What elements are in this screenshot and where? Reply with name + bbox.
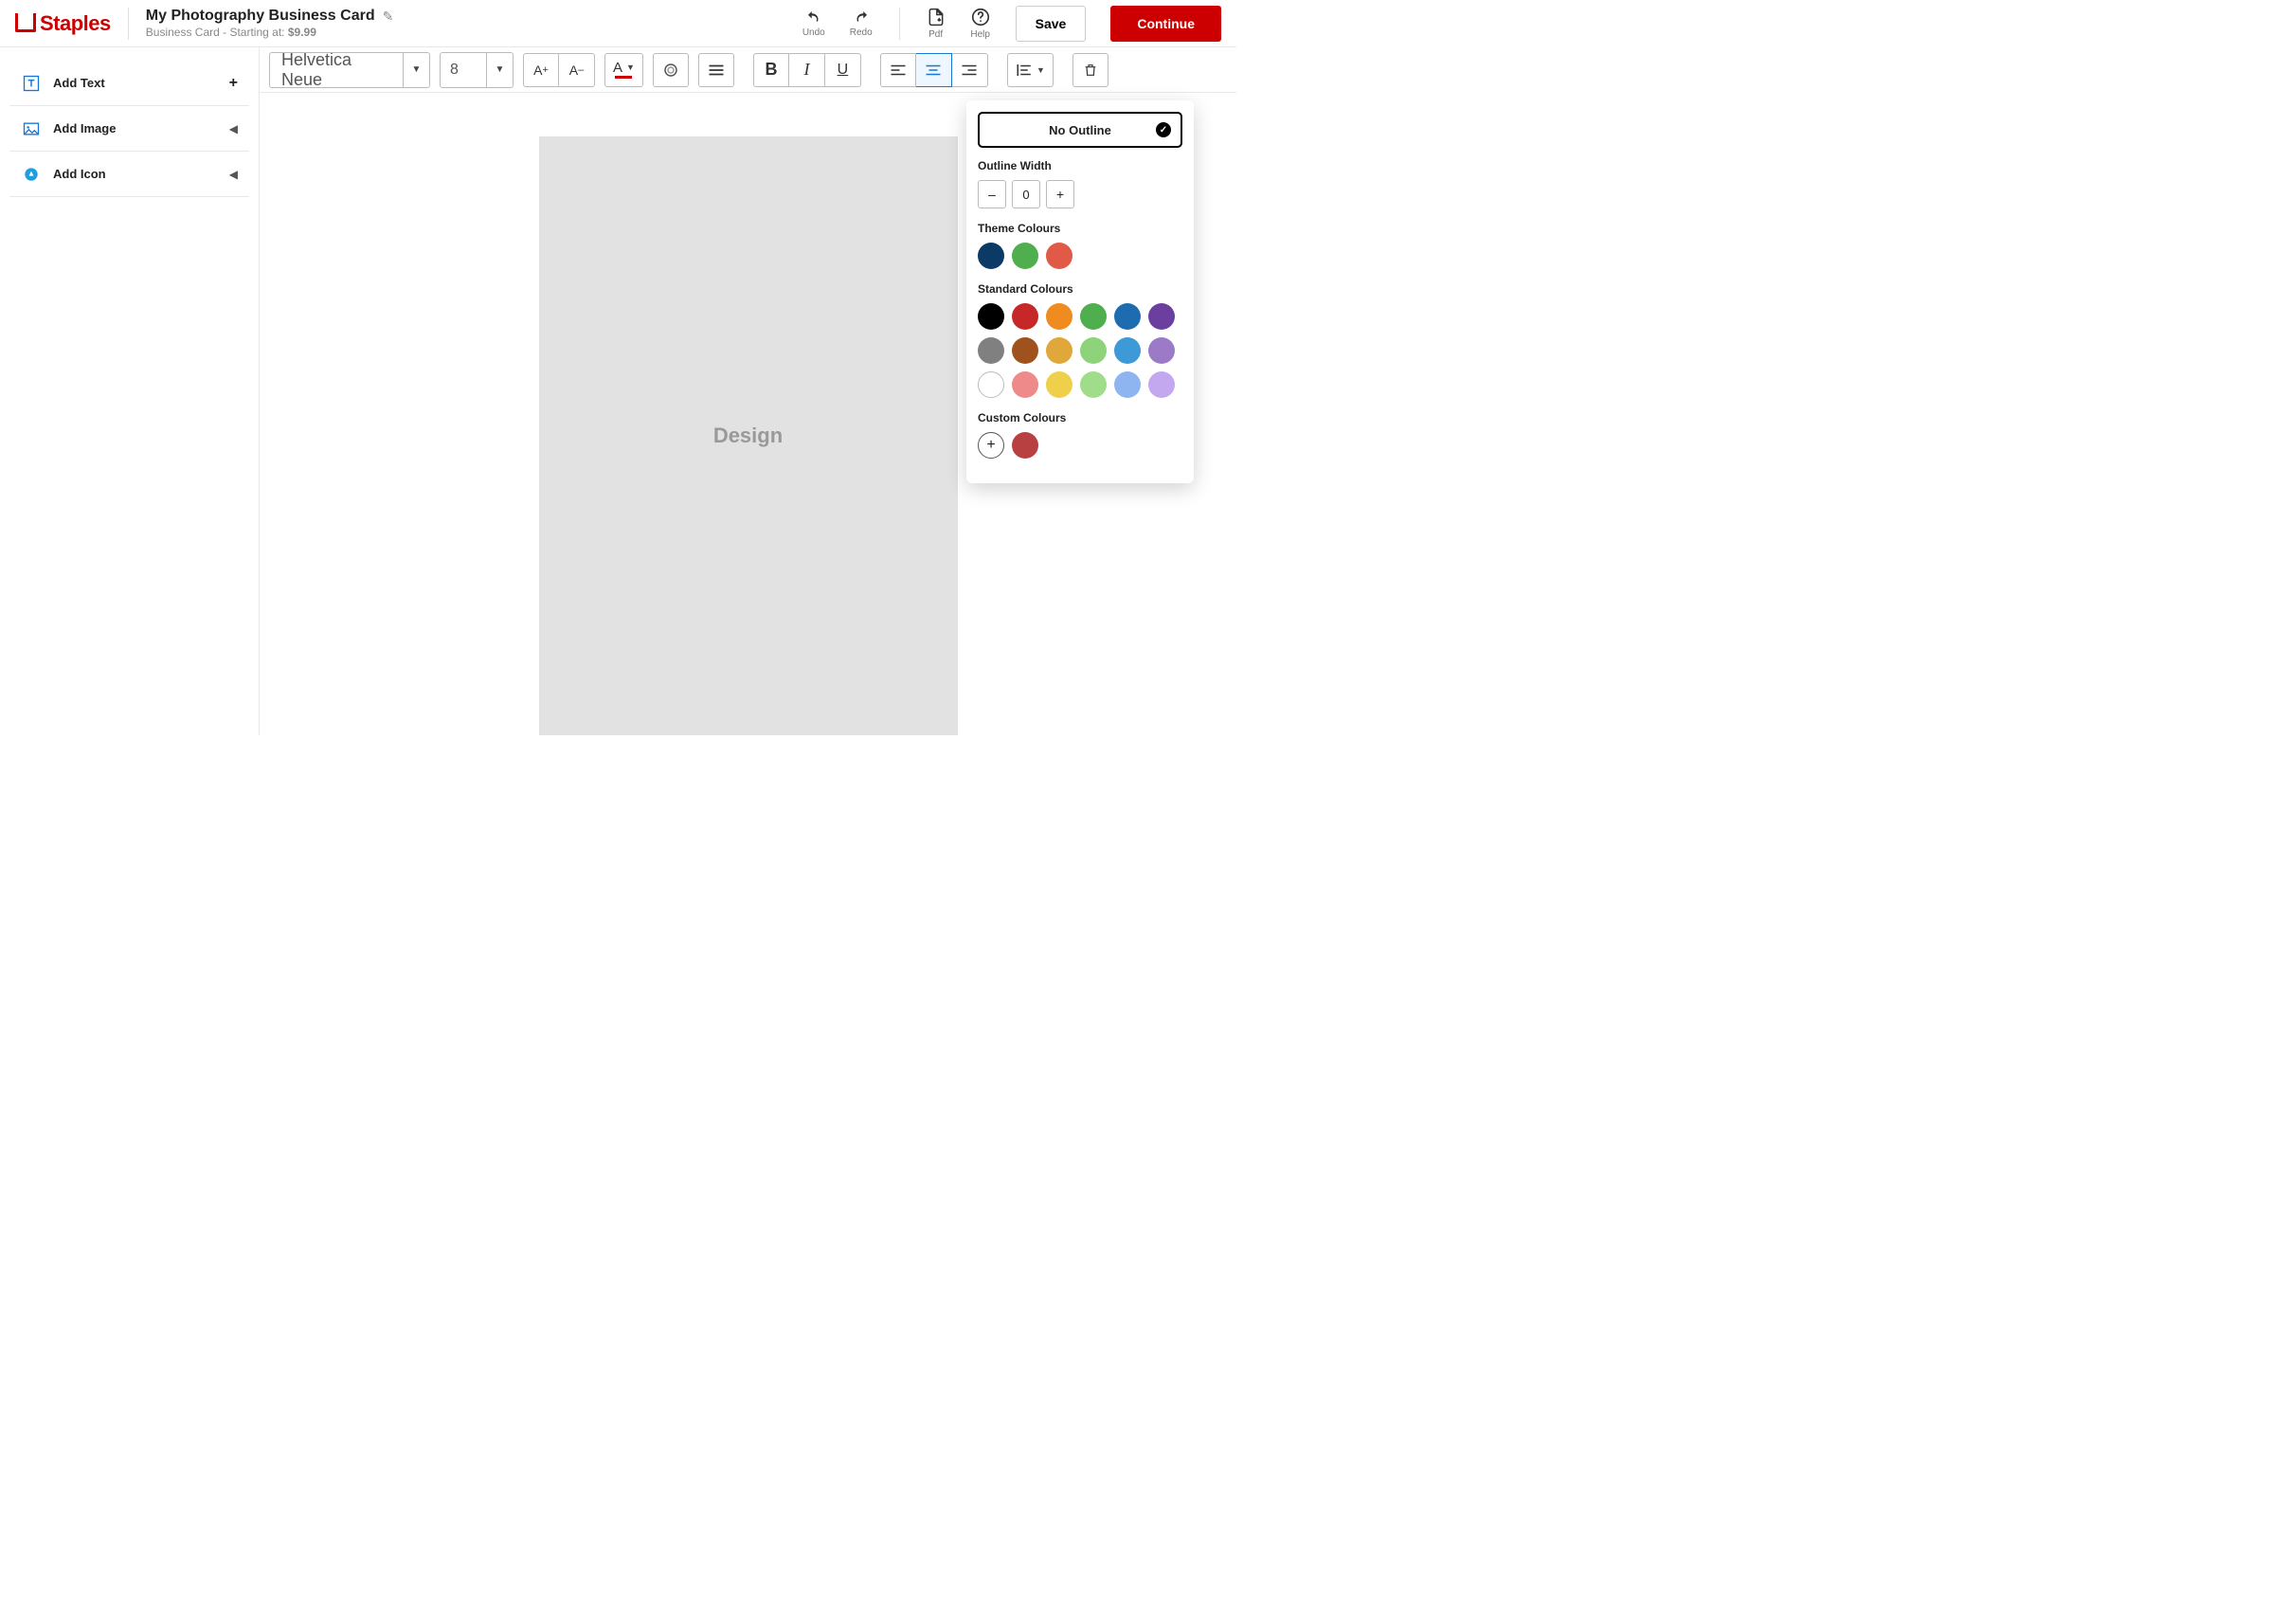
pdf-button[interactable]: Pdf xyxy=(927,7,946,40)
line-spacing-button[interactable] xyxy=(698,53,734,87)
valign-icon xyxy=(1016,63,1033,78)
colour-swatch[interactable] xyxy=(1046,303,1072,330)
canvas-placeholder: Design xyxy=(713,424,783,448)
colour-swatch[interactable] xyxy=(1012,243,1038,269)
text-toolbar: Helvetica Neue ▼ 8 ▼ A+ A– A▼ B xyxy=(260,47,1236,93)
help-button[interactable]: Help xyxy=(970,7,991,40)
increase-font-button[interactable]: A+ xyxy=(523,53,559,87)
colour-swatch[interactable] xyxy=(978,337,1004,364)
sidebar-add-text[interactable]: Add Text + xyxy=(9,61,249,106)
font-color-button[interactable]: A▼ xyxy=(604,53,643,87)
no-outline-button[interactable]: No Outline ✓ xyxy=(978,112,1182,148)
font-size-select[interactable]: 8 ▼ xyxy=(440,52,514,88)
custom-swatches: + xyxy=(978,432,1182,459)
text-icon xyxy=(21,73,42,94)
chevron-down-icon[interactable]: ▼ xyxy=(403,53,429,87)
redo-button[interactable]: Redo xyxy=(850,9,873,38)
image-icon xyxy=(21,118,42,139)
theme-colours-label: Theme Colours xyxy=(978,222,1182,235)
help-icon xyxy=(970,7,991,27)
colour-swatch[interactable] xyxy=(1114,303,1141,330)
shape-icon xyxy=(21,164,42,185)
sidebar: Add Text + Add Image ◀ Add Icon ◀ xyxy=(0,47,259,735)
colour-swatch[interactable] xyxy=(978,243,1004,269)
undo-button[interactable]: Undo xyxy=(802,9,825,38)
custom-colours-label: Custom Colours xyxy=(978,411,1182,424)
check-icon: ✓ xyxy=(1156,122,1171,137)
align-left-icon xyxy=(890,63,907,77)
redo-icon xyxy=(851,9,872,26)
standard-swatches xyxy=(978,303,1182,398)
header-actions: Undo Redo Pdf Help Save Continue xyxy=(802,6,1221,42)
staples-logo-icon xyxy=(15,13,36,32)
circle-outline-icon xyxy=(662,62,679,79)
colour-swatch[interactable] xyxy=(1080,337,1107,364)
colour-swatch[interactable] xyxy=(1080,303,1107,330)
bold-button[interactable]: B xyxy=(753,53,789,87)
theme-swatches xyxy=(978,243,1182,269)
italic-button[interactable]: I xyxy=(789,53,825,87)
outline-color-button[interactable] xyxy=(653,53,689,87)
colour-swatch[interactable] xyxy=(1114,337,1141,364)
colour-swatch[interactable] xyxy=(1012,432,1038,459)
lines-icon xyxy=(708,63,725,77)
document-title: My Photography Business Card xyxy=(146,8,375,25)
outline-popover: No Outline ✓ Outline Width – 0 + Theme C… xyxy=(966,100,1194,483)
outline-width-label: Outline Width xyxy=(978,159,1182,172)
align-center-icon xyxy=(925,63,942,77)
standard-colours-label: Standard Colours xyxy=(978,282,1182,296)
sidebar-add-image[interactable]: Add Image ◀ xyxy=(9,106,249,152)
colour-swatch[interactable] xyxy=(1012,337,1038,364)
colour-swatch[interactable] xyxy=(978,303,1004,330)
increase-width-button[interactable]: + xyxy=(1046,180,1074,208)
colour-swatch[interactable] xyxy=(1148,371,1175,398)
continue-button[interactable]: Continue xyxy=(1110,6,1221,42)
colour-swatch[interactable] xyxy=(1148,303,1175,330)
underline-button[interactable]: U xyxy=(825,53,861,87)
colour-swatch[interactable] xyxy=(1046,337,1072,364)
design-canvas[interactable]: Design xyxy=(539,136,958,735)
colour-swatch[interactable] xyxy=(1046,371,1072,398)
align-right-icon xyxy=(961,63,978,77)
colour-swatch[interactable] xyxy=(1012,371,1038,398)
decrease-width-button[interactable]: – xyxy=(978,180,1006,208)
undo-icon xyxy=(803,9,824,26)
color-bar-icon xyxy=(615,76,632,79)
title-block: My Photography Business Card ✎ Business … xyxy=(146,8,802,39)
align-right-button[interactable] xyxy=(952,53,988,87)
chevron-left-icon: ◀ xyxy=(229,168,238,181)
staples-logo[interactable]: Staples xyxy=(15,8,129,40)
colour-swatch[interactable] xyxy=(1046,243,1072,269)
document-subtitle: Business Card - Starting at: $9.99 xyxy=(146,26,802,39)
colour-swatch[interactable] xyxy=(1012,303,1038,330)
sidebar-add-icon[interactable]: Add Icon ◀ xyxy=(9,152,249,197)
chevron-left-icon: ◀ xyxy=(229,122,238,135)
decrease-font-button[interactable]: A– xyxy=(559,53,595,87)
chevron-down-icon[interactable]: ▼ xyxy=(486,53,513,87)
divider xyxy=(899,8,900,40)
width-value: 0 xyxy=(1012,180,1040,208)
colour-swatch[interactable] xyxy=(1148,337,1175,364)
edit-title-icon[interactable]: ✎ xyxy=(383,9,394,25)
colour-swatch[interactable] xyxy=(978,371,1004,398)
align-center-button[interactable] xyxy=(916,53,952,87)
trash-icon xyxy=(1083,62,1098,79)
add-custom-colour-button[interactable]: + xyxy=(978,432,1004,459)
align-left-button[interactable] xyxy=(880,53,916,87)
pdf-icon xyxy=(927,7,946,27)
editor-area: Helvetica Neue ▼ 8 ▼ A+ A– A▼ B xyxy=(259,47,1236,735)
vertical-align-button[interactable]: ▼ xyxy=(1007,53,1054,87)
plus-icon: + xyxy=(229,75,238,92)
delete-button[interactable] xyxy=(1072,53,1108,87)
colour-swatch[interactable] xyxy=(1080,371,1107,398)
app-header: Staples My Photography Business Card ✎ B… xyxy=(0,0,1236,47)
font-family-select[interactable]: Helvetica Neue ▼ xyxy=(269,52,430,88)
staples-logo-text: Staples xyxy=(40,11,111,36)
outline-width-stepper: – 0 + xyxy=(978,180,1182,208)
save-button[interactable]: Save xyxy=(1016,6,1087,42)
colour-swatch[interactable] xyxy=(1114,371,1141,398)
